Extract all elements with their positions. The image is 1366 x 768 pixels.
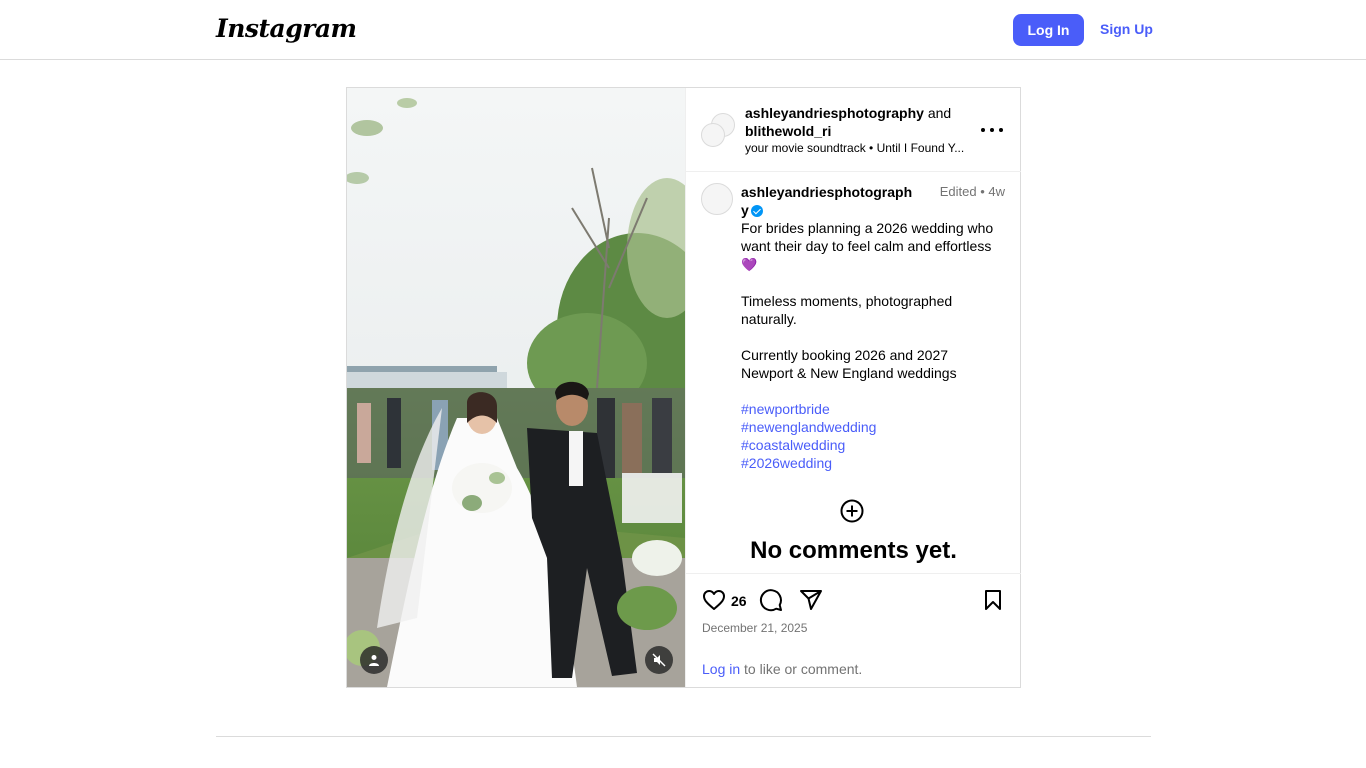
hashtag-link[interactable]: #newenglandwedding bbox=[741, 418, 1003, 436]
post-sidebar: ashleyandriesphotography and blithewold_… bbox=[685, 88, 1021, 687]
post-age[interactable]: 4w bbox=[988, 184, 1005, 199]
footer-divider bbox=[216, 736, 1151, 737]
share-icon[interactable] bbox=[799, 588, 823, 612]
hashtag-list: #newportbride #newenglandwedding #coasta… bbox=[741, 400, 1003, 472]
collaborator-username[interactable]: blithewold_ri bbox=[745, 123, 831, 139]
post-header: ashleyandriesphotography and blithewold_… bbox=[686, 88, 1021, 172]
caption-line-1: For brides planning a 2026 wedding who w… bbox=[741, 220, 994, 254]
post-actions: 26 December 21, 2025 Log in to like or c… bbox=[686, 575, 1021, 687]
hashtag-link[interactable]: #coastalwedding bbox=[741, 436, 1003, 454]
post-date[interactable]: December 21, 2025 bbox=[702, 621, 807, 635]
avatar bbox=[701, 123, 725, 147]
more-options-icon[interactable] bbox=[981, 122, 1003, 138]
muted-speaker-icon bbox=[652, 653, 666, 667]
user-tags-button[interactable] bbox=[360, 646, 388, 674]
login-prompt-text: to like or comment. bbox=[740, 661, 863, 677]
edited-label: Edited • bbox=[939, 184, 985, 199]
like-count[interactable]: 26 bbox=[731, 593, 747, 609]
verified-badge-icon bbox=[750, 205, 763, 218]
author-joiner: and bbox=[927, 105, 952, 121]
comments-section: ashleyandriesphotography Edited • 4w For… bbox=[686, 172, 1021, 574]
heart-icon[interactable] bbox=[702, 588, 726, 612]
login-prompt: Log in to like or comment. bbox=[702, 661, 862, 677]
mute-button[interactable] bbox=[645, 646, 673, 674]
purple-heart-emoji: 💜 bbox=[741, 257, 758, 272]
caption-meta: Edited • 4w bbox=[940, 184, 1005, 199]
plus-circle-icon[interactable] bbox=[840, 499, 864, 523]
no-comments-message: No comments yet. bbox=[750, 537, 957, 564]
wedding-photo bbox=[347, 88, 685, 687]
bookmark-icon[interactable] bbox=[981, 588, 1005, 612]
caption-username[interactable]: ashleyandriesphotography bbox=[741, 183, 913, 219]
author-username[interactable]: ashleyandriesphotography bbox=[745, 105, 924, 121]
user-icon bbox=[369, 655, 379, 666]
avatar[interactable] bbox=[701, 183, 733, 215]
post-authors: ashleyandriesphotography and blithewold_… bbox=[745, 104, 975, 140]
log-in-link[interactable]: Log in bbox=[702, 661, 740, 677]
caption-line-3: Currently booking 2026 and 2027 Newport … bbox=[741, 347, 957, 381]
sign-up-link[interactable]: Sign Up bbox=[1100, 21, 1153, 37]
instagram-logo[interactable]: Instagram bbox=[216, 14, 357, 43]
top-nav-bar: Instagram Log In Sign Up bbox=[0, 0, 1366, 60]
audio-track[interactable]: your movie soundtrack • Until I Found Y.… bbox=[745, 141, 970, 155]
log-in-button[interactable]: Log In bbox=[1013, 14, 1084, 46]
post-card: ashleyandriesphotography and blithewold_… bbox=[346, 87, 1021, 688]
caption-username-text[interactable]: ashleyandriesphotography bbox=[741, 184, 912, 218]
caption-text: For brides planning a 2026 wedding who w… bbox=[741, 219, 1003, 472]
hashtag-link[interactable]: #2026wedding bbox=[741, 454, 1003, 472]
hashtag-link[interactable]: #newportbride bbox=[741, 400, 1003, 418]
post-video[interactable] bbox=[347, 88, 685, 687]
collab-avatars[interactable] bbox=[701, 113, 737, 149]
caption-line-2: Timeless moments, photographed naturally… bbox=[741, 293, 953, 327]
comment-icon[interactable] bbox=[759, 588, 783, 612]
